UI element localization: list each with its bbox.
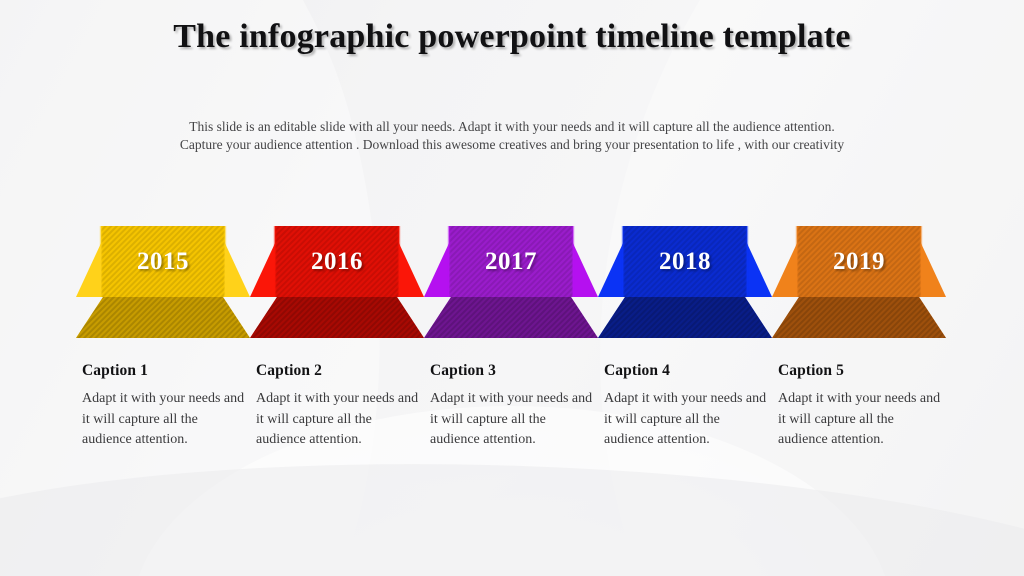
caption-body: Adapt it with your needs and it will cap… [256, 391, 419, 447]
caption-body: Adapt it with your needs and it will cap… [430, 391, 593, 447]
slide-canvas: The infographic powerpoint timeline temp… [0, 0, 1024, 576]
block-panel-seam-right [571, 226, 575, 297]
block-lower-face-hatch [598, 297, 772, 338]
caption-body: Adapt it with your needs and it will cap… [604, 391, 767, 447]
page-title: The infographic powerpoint timeline temp… [173, 18, 851, 55]
caption-title: Caption 2 [256, 362, 322, 379]
timeline-caption-2: Caption 2 Adapt it with your needs and it… [256, 362, 422, 451]
block-panel-seam-left [273, 226, 277, 297]
block-inner-panel-hatch [797, 226, 921, 297]
block-panel-seam-right [223, 226, 227, 297]
timeline-block-2015[interactable]: 2015 [76, 226, 250, 338]
caption-title: Caption 4 [604, 362, 670, 379]
timeline-shapes-row: 2015 2016 2017 2018 2019 [76, 226, 948, 338]
timeline-block-graphic [598, 226, 772, 338]
block-panel-seam-right [919, 226, 923, 297]
subtitle-line-2: Capture your audience attention . Downlo… [179, 137, 845, 152]
caption-title: Caption 1 [82, 362, 148, 379]
timeline-block-2016[interactable]: 2016 [250, 226, 424, 338]
block-lower-face-hatch [772, 297, 946, 338]
slide-subtitle: This slide is an editable slide with all… [112, 118, 912, 154]
timeline-block-2017[interactable]: 2017 [424, 226, 598, 338]
block-inner-panel-hatch [101, 226, 225, 297]
block-inner-panel-hatch [275, 226, 399, 297]
timeline-block-2019[interactable]: 2019 [772, 226, 946, 338]
timeline-block-graphic [76, 226, 250, 338]
subtitle-line-1: This slide is an editable slide with all… [189, 119, 835, 134]
caption-body: Adapt it with your needs and it will cap… [82, 391, 245, 447]
block-lower-face-hatch [76, 297, 250, 338]
timeline-block-2018[interactable]: 2018 [598, 226, 772, 338]
block-panel-seam-right [745, 226, 749, 297]
timeline-caption-4: Caption 4 Adapt it with your needs and it… [604, 362, 770, 451]
timeline-caption-3: Caption 3 Adapt it with your needs and it… [430, 362, 596, 451]
caption-body: Adapt it with your needs and it will cap… [778, 391, 941, 447]
timeline-caption-1: Caption 1 Adapt it with your needs and it… [82, 362, 248, 451]
timeline-caption-5: Caption 5 Adapt it with your needs and it… [778, 362, 944, 451]
block-lower-face-hatch [250, 297, 424, 338]
block-panel-seam-left [795, 226, 799, 297]
block-inner-panel-hatch [623, 226, 747, 297]
block-panel-seam-left [99, 226, 103, 297]
block-inner-panel-hatch [449, 226, 573, 297]
block-lower-face-hatch [424, 297, 598, 338]
block-panel-seam-left [621, 226, 625, 297]
block-panel-seam-right [397, 226, 401, 297]
caption-title: Caption 3 [430, 362, 496, 379]
timeline-block-graphic [250, 226, 424, 338]
caption-title: Caption 5 [778, 362, 844, 379]
timeline-captions-row: Caption 1 Adapt it with your needs and it… [76, 362, 964, 482]
timeline-block-graphic [772, 226, 946, 338]
timeline-block-graphic [424, 226, 598, 338]
block-panel-seam-left [447, 226, 451, 297]
